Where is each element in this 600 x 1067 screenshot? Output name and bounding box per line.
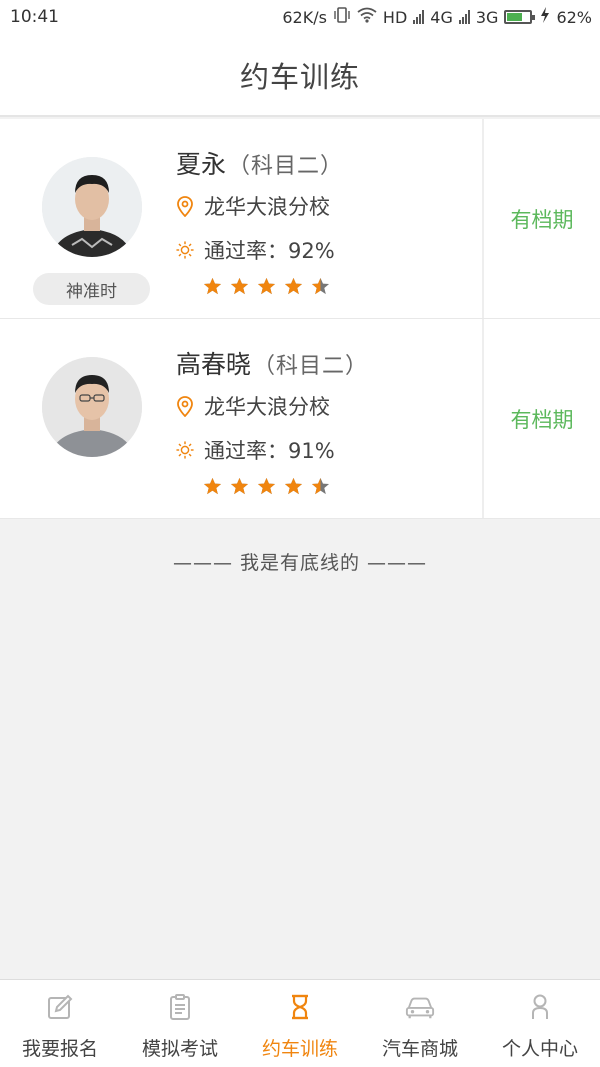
tab-label: 个人中心 xyxy=(501,1038,578,1060)
punctual-badge: 神准时 xyxy=(33,273,150,305)
tab-profile[interactable]: 个人中心 xyxy=(480,980,600,1067)
battery-icon xyxy=(504,10,536,24)
star-icon xyxy=(203,277,222,295)
tab-signup[interactable]: 我要报名 xyxy=(0,980,120,1067)
network-speed: 62K/s xyxy=(282,7,327,27)
coach-location-row: 龙华大浪分校 xyxy=(176,191,330,221)
battery-level: 62% xyxy=(556,7,592,27)
tab-label: 我要报名 xyxy=(21,1038,98,1060)
tab-booking-training[interactable]: 约车训练 xyxy=(240,980,360,1067)
coach-card[interactable]: 高春晓 （科目二） 龙华大浪分校 通过率：91% 有档期 xyxy=(0,319,600,519)
signal-icon-2 xyxy=(458,10,470,24)
coach-pass-rate: 通过率：91% xyxy=(204,439,335,463)
star-icon xyxy=(257,277,276,295)
star-icon xyxy=(203,477,222,495)
coach-school: 龙华大浪分校 xyxy=(204,395,330,419)
signal-icon xyxy=(413,10,425,24)
star-icon xyxy=(230,277,249,295)
clipboard-icon xyxy=(165,992,195,1022)
charging-icon xyxy=(540,7,550,27)
schedule-status[interactable]: 有档期 xyxy=(484,119,600,318)
coach-location-row: 龙华大浪分校 xyxy=(176,391,330,421)
network-type-1: 4G xyxy=(430,7,453,27)
coach-subject: （科目二） xyxy=(253,354,369,379)
status-bar: 10:41 62K/s HD 4G 3G 62% xyxy=(0,0,600,34)
coach-name-row: 高春晓 （科目二） xyxy=(176,345,368,381)
coach-list: 神准时 夏永 （科目二） 龙华大浪分校 通过率：92% 有档期 高春晓 （科目二… xyxy=(0,119,600,519)
tab-label: 模拟考试 xyxy=(141,1038,218,1060)
status-time: 10:41 xyxy=(10,7,59,27)
star-icon xyxy=(311,477,330,495)
location-pin-icon xyxy=(176,195,194,217)
coach-name: 夏永 xyxy=(176,150,227,179)
coach-rating xyxy=(203,477,330,496)
wifi-icon xyxy=(357,7,377,27)
coach-name-row: 夏永 （科目二） xyxy=(176,145,343,181)
hd-indicator: HD xyxy=(382,7,408,27)
star-icon xyxy=(257,477,276,495)
star-icon xyxy=(284,477,303,495)
tab-mock-exam[interactable]: 模拟考试 xyxy=(120,980,240,1067)
coach-avatar xyxy=(42,157,142,257)
end-of-list-text: ——— 我是有底线的 ——— xyxy=(172,552,428,574)
coach-subject: （科目二） xyxy=(228,154,344,179)
star-icon xyxy=(284,277,303,295)
vibrate-icon xyxy=(333,7,351,27)
location-pin-icon xyxy=(176,395,194,417)
tab-label: 汽车商城 xyxy=(381,1038,458,1060)
sun-icon xyxy=(176,239,194,261)
star-icon xyxy=(311,277,330,295)
page-header: 约车训练 xyxy=(0,34,600,117)
car-icon xyxy=(405,992,435,1022)
bottom-tab-bar: 我要报名 模拟考试 约车训练 汽车商城 个人中心 xyxy=(0,979,600,1067)
coach-card[interactable]: 神准时 夏永 （科目二） 龙华大浪分校 通过率：92% 有档期 xyxy=(0,119,600,319)
coach-school: 龙华大浪分校 xyxy=(204,195,330,219)
network-type-2: 3G xyxy=(475,7,499,27)
page-title: 约车训练 xyxy=(239,59,360,94)
coach-name: 高春晓 xyxy=(176,350,252,379)
tab-label: 约车训练 xyxy=(261,1038,338,1060)
coach-rating xyxy=(203,277,330,296)
sun-icon xyxy=(176,439,194,461)
schedule-status[interactable]: 有档期 xyxy=(484,319,600,518)
person-icon xyxy=(525,992,555,1022)
coach-pass-rate-row: 通过率：91% xyxy=(176,435,335,465)
status-indicators: 62K/s HD 4G 3G 62% xyxy=(282,7,592,27)
coach-avatar xyxy=(42,357,142,457)
edit-icon xyxy=(45,992,75,1022)
hourglass-icon xyxy=(285,992,315,1022)
tab-car-mall[interactable]: 汽车商城 xyxy=(360,980,480,1067)
coach-pass-rate: 通过率：92% xyxy=(204,239,335,263)
coach-pass-rate-row: 通过率：92% xyxy=(176,235,335,265)
star-icon xyxy=(230,477,249,495)
